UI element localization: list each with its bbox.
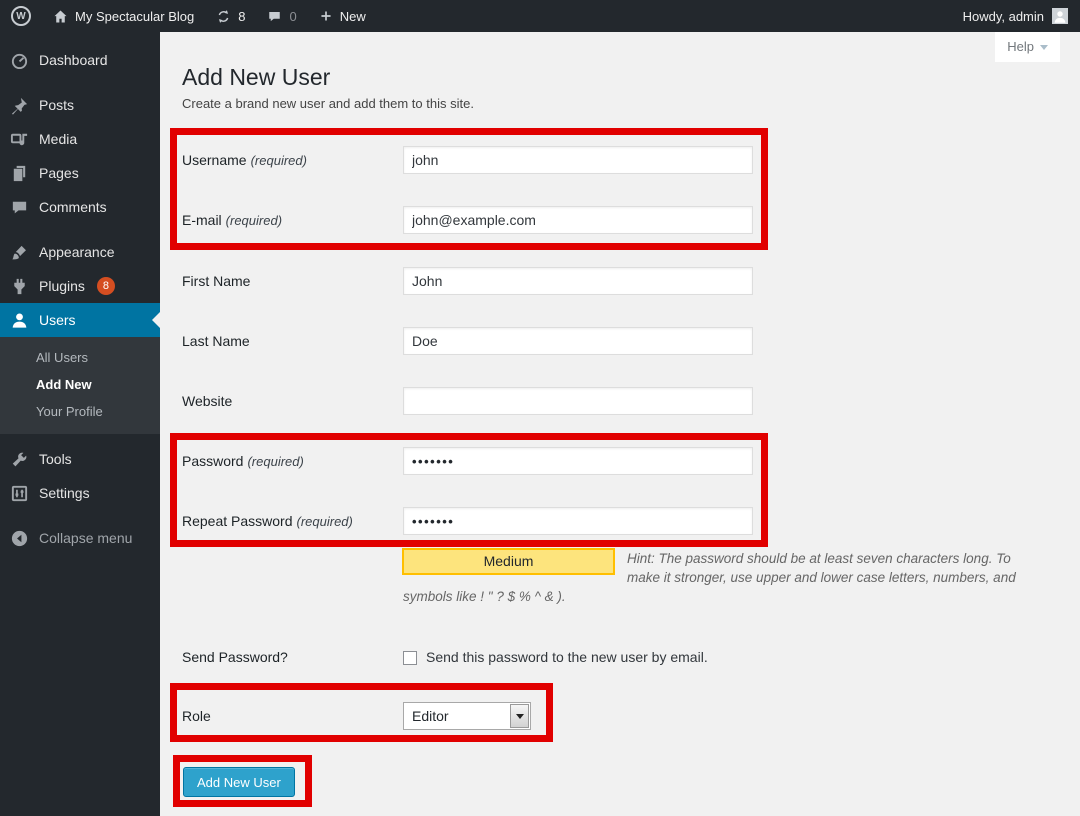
- sidebar-item-label: Dashboard: [39, 52, 108, 68]
- sliders-icon: [10, 484, 29, 503]
- comment-count: 0: [289, 9, 296, 24]
- plug-icon: [10, 277, 29, 296]
- sidebar-item-label: Settings: [39, 485, 90, 501]
- sidebar-item-comments[interactable]: Comments: [0, 190, 160, 224]
- username-label: Username(required): [182, 152, 307, 168]
- sidebar-item-dashboard[interactable]: Dashboard: [0, 43, 160, 77]
- sidebar-item-appearance[interactable]: Appearance: [0, 235, 160, 269]
- avatar: [1052, 8, 1068, 24]
- pages-icon: [10, 164, 29, 183]
- users-submenu: All Users Add New Your Profile: [0, 337, 160, 434]
- howdy-label: Howdy, admin: [963, 9, 1044, 24]
- role-label: Role: [182, 708, 211, 724]
- role-select-value: Editor: [404, 708, 509, 724]
- user-icon: [10, 311, 29, 330]
- wrench-icon: [10, 450, 29, 469]
- wordpress-logo-icon: W: [11, 6, 31, 26]
- wordpress-logo-menu[interactable]: W: [0, 0, 42, 32]
- site-name-link[interactable]: My Spectacular Blog: [42, 0, 205, 32]
- sidebar-item-tools[interactable]: Tools: [0, 442, 160, 476]
- dashboard-gauge-icon: [10, 51, 29, 70]
- send-password-checkbox-label: Send this password to the new user by em…: [426, 649, 708, 665]
- updates-indicator[interactable]: 8: [205, 0, 256, 32]
- username-input[interactable]: [403, 146, 753, 174]
- submenu-item-your-profile[interactable]: Your Profile: [0, 398, 160, 425]
- comment-icon: [10, 198, 29, 217]
- updates-icon: [216, 9, 231, 24]
- main-content: Help Add New User Create a brand new use…: [160, 32, 1080, 816]
- comments-indicator[interactable]: 0: [256, 0, 307, 32]
- send-password-label: Send Password?: [182, 649, 288, 665]
- hint-float-spacer: [403, 549, 627, 580]
- sidebar-item-label: Collapse menu: [39, 530, 132, 546]
- sidebar-item-label: Plugins: [39, 278, 85, 294]
- page-title: Add New User: [182, 63, 330, 92]
- sidebar-item-users[interactable]: Users: [0, 303, 160, 337]
- plus-icon: [319, 9, 333, 23]
- select-arrow-icon[interactable]: [510, 704, 529, 728]
- sidebar-item-label: Posts: [39, 97, 74, 113]
- password-label: Password(required): [182, 453, 304, 469]
- sidebar-item-pages[interactable]: Pages: [0, 156, 160, 190]
- sidebar-item-label: Media: [39, 131, 77, 147]
- first-name-label: First Name: [182, 273, 250, 289]
- add-new-user-button[interactable]: Add New User: [183, 767, 295, 797]
- email-input[interactable]: [403, 206, 753, 234]
- admin-bar: W My Spectacular Blog 8 0 New Howdy, adm…: [0, 0, 1080, 32]
- new-label: New: [340, 9, 366, 24]
- media-icon: [10, 130, 29, 149]
- paintbrush-icon: [10, 243, 29, 262]
- sidebar-item-settings[interactable]: Settings: [0, 476, 160, 510]
- sidebar-item-label: Appearance: [39, 244, 115, 260]
- sidebar-item-media[interactable]: Media: [0, 122, 160, 156]
- pushpin-icon: [10, 96, 29, 115]
- collapse-arrow-icon: [10, 529, 29, 548]
- first-name-input[interactable]: [403, 267, 753, 295]
- role-select[interactable]: Editor: [403, 702, 531, 730]
- update-count: 8: [238, 9, 245, 24]
- repeat-password-input[interactable]: [403, 507, 753, 535]
- sidebar-item-label: Comments: [39, 199, 107, 215]
- account-menu[interactable]: Howdy, admin: [963, 8, 1080, 24]
- password-input[interactable]: [403, 447, 753, 475]
- help-label: Help: [1007, 32, 1034, 62]
- collapse-menu-button[interactable]: Collapse menu: [0, 521, 160, 555]
- repeat-password-label: Repeat Password(required): [182, 513, 353, 529]
- new-content-menu[interactable]: New: [308, 0, 377, 32]
- site-name-label: My Spectacular Blog: [75, 9, 194, 24]
- password-hint: Hint: The password should be at least se…: [403, 549, 1035, 606]
- admin-sidebar: Dashboard Posts Media Pages Comments App…: [0, 32, 160, 816]
- page-description: Create a brand new user and add them to …: [182, 96, 474, 111]
- send-password-checkbox[interactable]: [403, 651, 417, 665]
- sidebar-item-posts[interactable]: Posts: [0, 88, 160, 122]
- plugins-update-badge: 8: [97, 277, 115, 295]
- submenu-item-all-users[interactable]: All Users: [0, 344, 160, 371]
- submenu-item-add-new[interactable]: Add New: [0, 371, 160, 398]
- sidebar-item-label: Pages: [39, 165, 79, 181]
- last-name-label: Last Name: [182, 333, 250, 349]
- sidebar-item-label: Users: [39, 312, 76, 328]
- chevron-down-icon: [1040, 45, 1048, 50]
- comment-bubble-icon: [267, 9, 282, 24]
- sidebar-item-label: Tools: [39, 451, 72, 467]
- website-label: Website: [182, 393, 232, 409]
- last-name-input[interactable]: [403, 327, 753, 355]
- website-input[interactable]: [403, 387, 753, 415]
- help-button[interactable]: Help: [995, 32, 1060, 62]
- home-icon: [53, 9, 68, 24]
- email-label: E-mail(required): [182, 212, 282, 228]
- sidebar-item-plugins[interactable]: Plugins 8: [0, 269, 160, 303]
